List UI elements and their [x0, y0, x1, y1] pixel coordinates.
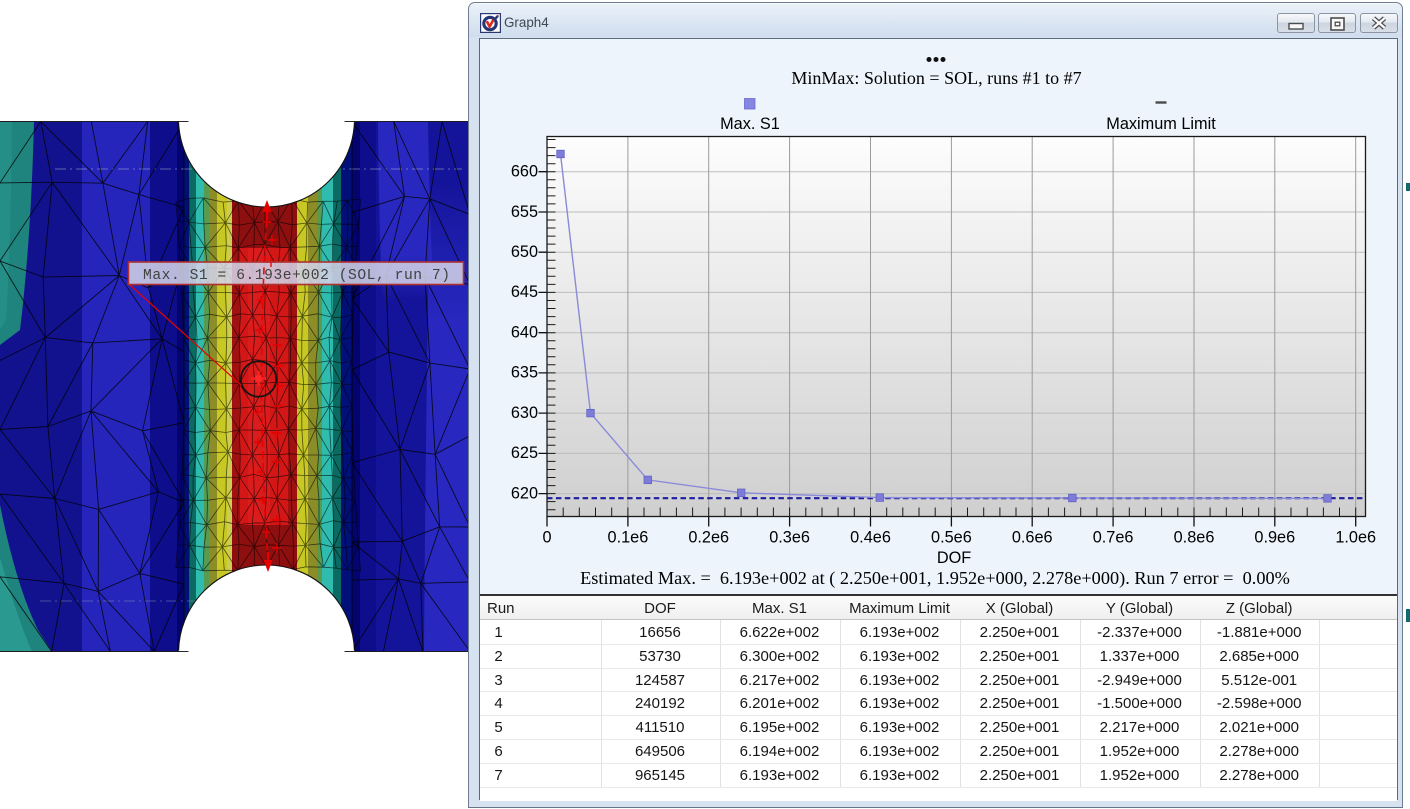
svg-text:0.2e6: 0.2e6 [688, 528, 729, 546]
svg-text:0.8e6: 0.8e6 [1174, 528, 1215, 546]
svg-text:0.7e6: 0.7e6 [1093, 528, 1134, 546]
svg-text:0.1e6: 0.1e6 [608, 528, 649, 546]
svg-text:660: 660 [511, 162, 538, 180]
svg-text:620: 620 [511, 484, 538, 502]
svg-text:645: 645 [511, 283, 538, 301]
svg-text:Estimated Max. = 6.193e+002 a: Estimated Max. = 6.193e+002 at ( 2.250e+… [580, 567, 1290, 588]
svg-text:650: 650 [511, 243, 538, 261]
svg-text:1.0e6: 1.0e6 [1335, 528, 1376, 546]
svg-text:0.4e6: 0.4e6 [850, 528, 891, 546]
svg-text:655: 655 [511, 202, 538, 220]
svg-text:630: 630 [511, 403, 538, 421]
svg-text:DOF: DOF [937, 549, 971, 567]
svg-text:640: 640 [511, 323, 538, 341]
svg-text:625: 625 [511, 444, 538, 462]
svg-text:0: 0 [542, 528, 551, 546]
svg-text:Maximum Limit: Maximum Limit [1106, 115, 1216, 133]
svg-text:Max. S1 = 6.193e+002 (SOL, ru: Max. S1 = 6.193e+002 (SOL, run 7) [143, 268, 450, 284]
svg-text:0.6e6: 0.6e6 [1012, 528, 1053, 546]
svg-text:0.9e6: 0.9e6 [1254, 528, 1295, 546]
svg-text:0.5e6: 0.5e6 [931, 528, 972, 546]
svg-text:MinMax: Solution = SOL, runs #: MinMax: Solution = SOL, runs #1 to #7 [791, 67, 1081, 87]
svg-text:Max. S1: Max. S1 [720, 115, 780, 133]
svg-text:635: 635 [511, 363, 538, 381]
svg-text:0.3e6: 0.3e6 [769, 528, 810, 546]
